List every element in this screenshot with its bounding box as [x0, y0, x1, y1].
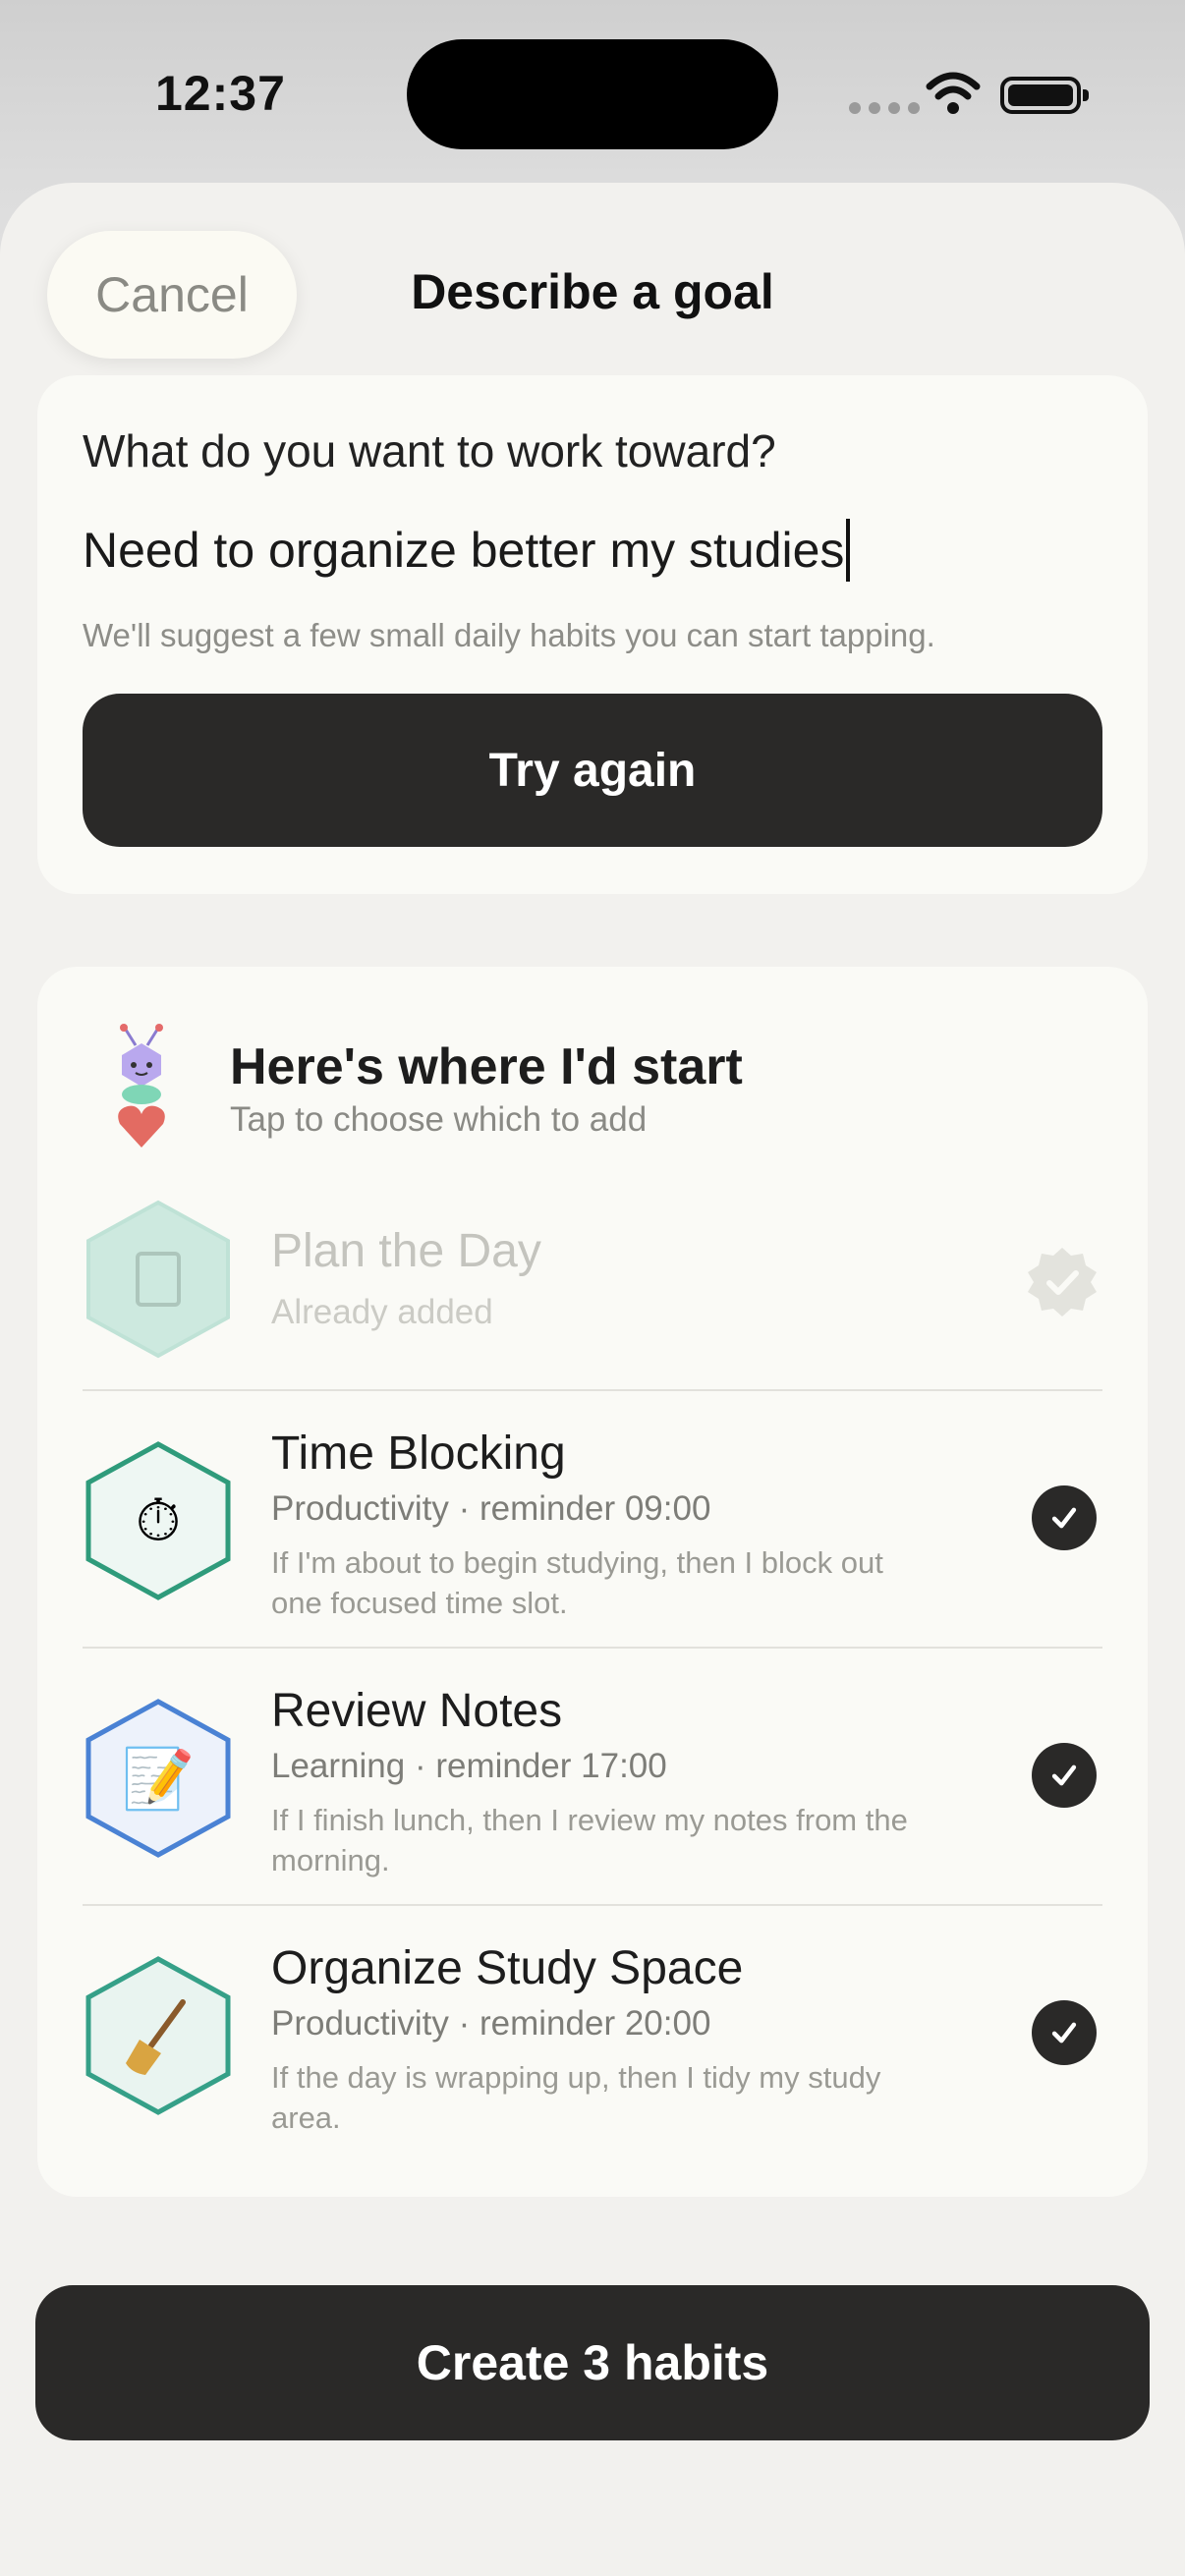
broom-icon	[83, 1955, 234, 2116]
added-badge-icon	[1026, 1246, 1099, 1318]
goal-input[interactable]: Need to organize better my studies	[83, 519, 851, 582]
battery-icon	[1000, 77, 1089, 114]
goal-prompt: What do you want to work toward?	[83, 425, 776, 476]
habit-name: Review Notes	[271, 1685, 563, 1737]
habit-item-organize-study-space[interactable]: Organize Study Space Productivity · remi…	[83, 1904, 1102, 2161]
sheet-title: Describe a goal	[411, 264, 774, 319]
mascot-icon	[96, 1016, 187, 1153]
checkmark-icon[interactable]	[1032, 2000, 1097, 2065]
goal-hint: We'll suggest a few small daily habits y…	[83, 617, 935, 653]
habit-description: If I'm about to begin studying, then I b…	[271, 1545, 883, 1620]
habit-description: If the day is wrapping up, then I tidy m…	[271, 2060, 881, 2135]
try-again-button[interactable]: Try again	[83, 694, 1102, 847]
habit-meta: Productivity · reminder 20:00	[271, 2004, 711, 2043]
suggestions-card: Here's where I'd start Tap to choose whi…	[37, 967, 1148, 2197]
cancel-button[interactable]: Cancel	[47, 231, 297, 359]
memo-glyph: 📝	[121, 1744, 196, 1814]
status-time: 12:37	[155, 66, 286, 121]
screen: 12:37 Cancel Describe a goal What do you…	[0, 0, 1185, 2576]
checkmark-icon[interactable]	[1032, 1485, 1097, 1550]
text-caret	[846, 519, 851, 582]
habit-meta: Learning · reminder 17:00	[271, 1747, 667, 1785]
dynamic-island	[407, 39, 778, 149]
habit-item-review-notes[interactable]: 📝 Review Notes Learning · reminder 17:00…	[83, 1647, 1102, 1904]
create-habits-button[interactable]: Create 3 habits	[35, 2285, 1150, 2440]
habit-name: Organize Study Space	[271, 1942, 744, 1994]
habit-item-plan-the-day: Plan the Day Already added	[83, 1199, 1102, 1366]
cellular-signal-icon	[849, 102, 920, 114]
habit-meta: Productivity · reminder 09:00	[271, 1489, 711, 1528]
memo-icon: 📝	[83, 1698, 234, 1859]
stopwatch-glyph: ⏱	[135, 1486, 182, 1555]
goal-input-value[interactable]: Need to organize better my studies	[83, 522, 844, 579]
habit-name: Time Blocking	[271, 1428, 566, 1480]
habit-item-time-blocking[interactable]: ⏱ Time Blocking Productivity · reminder …	[83, 1389, 1102, 1647]
goal-card: What do you want to work toward? Need to…	[37, 375, 1148, 894]
suggestions-title: Here's where I'd start	[230, 1038, 743, 1095]
stopwatch-icon: ⏱	[83, 1440, 234, 1601]
checkmark-icon[interactable]	[1032, 1743, 1097, 1808]
wifi-icon	[924, 69, 983, 118]
notepad-icon	[83, 1199, 234, 1360]
habit-name: Plan the Day	[271, 1225, 541, 1277]
habit-meta: Already added	[271, 1293, 493, 1331]
suggestions-subtitle: Tap to choose which to add	[230, 1100, 648, 1139]
habit-description: If I finish lunch, then I review my note…	[271, 1803, 908, 1877]
